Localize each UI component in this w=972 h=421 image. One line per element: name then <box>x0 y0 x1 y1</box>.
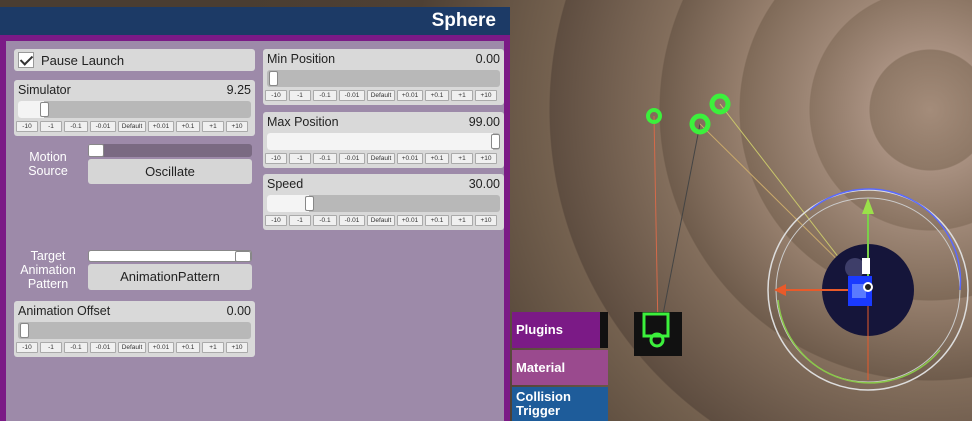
max-position-step-button[interactable]: +0.1 <box>425 153 449 164</box>
simulator-label: Simulator <box>18 83 71 97</box>
max-position-fill <box>267 133 493 150</box>
pause-launch-label: Pause Launch <box>41 53 125 68</box>
motion-source-button[interactable]: Oscillate <box>88 159 252 184</box>
speed-step-button[interactable]: -0.01 <box>339 215 365 226</box>
min-position-step-button[interactable]: -0.1 <box>313 90 337 101</box>
simulator-step-buttons: -10 -1 -0.1 -0.01 Default +0.01 +0.1 +1 +10 <box>16 121 248 132</box>
max-position-slider: Max Position 99.00 -10 -1 -0.1 -0.01 Default… <box>263 112 504 168</box>
animation-offset-step-button[interactable]: +1 <box>202 342 224 353</box>
max-position-step-button[interactable]: +1 <box>451 153 473 164</box>
max-position-step-button[interactable]: Default <box>367 153 395 164</box>
max-position-handle[interactable] <box>491 134 500 149</box>
gear-icon-2 <box>689 93 731 135</box>
simulator-track[interactable] <box>18 101 251 118</box>
simulator-step-button[interactable]: Default <box>118 121 146 132</box>
min-position-step-button[interactable]: +10 <box>475 90 497 101</box>
speed-label: Speed <box>267 177 304 191</box>
simulator-step-button[interactable]: +1 <box>202 121 224 132</box>
speed-step-button[interactable]: Default <box>367 215 395 226</box>
speed-fill <box>267 195 309 212</box>
tab-collision-trigger[interactable]: Collision Trigger <box>512 387 608 421</box>
animation-offset-step-button[interactable]: +10 <box>226 342 248 353</box>
simulator-handle[interactable] <box>40 102 49 117</box>
animation-offset-step-button[interactable]: +0.1 <box>176 342 200 353</box>
animation-offset-step-button[interactable]: -1 <box>40 342 62 353</box>
simulator-value: 9.25 <box>226 83 251 97</box>
tab-collision-trigger-label: Collision Trigger <box>516 389 571 418</box>
speed-step-button[interactable]: -0.1 <box>313 215 337 226</box>
animation-offset-step-button[interactable]: +0.01 <box>148 342 174 353</box>
max-position-track[interactable] <box>267 133 500 150</box>
target-animation-handle[interactable] <box>235 251 251 261</box>
min-position-step-button[interactable]: +1 <box>451 90 473 101</box>
min-position-track[interactable] <box>267 70 500 87</box>
motion-source-slider[interactable] <box>88 144 252 157</box>
speed-value: 30.00 <box>468 177 500 191</box>
check-icon <box>19 52 34 66</box>
max-position-step-button[interactable]: -1 <box>289 153 311 164</box>
animation-offset-step-button[interactable]: -0.1 <box>64 342 88 353</box>
speed-slider: Speed 30.00 -10 -1 -0.1 -0.01 Default +0.01 +0… <box>263 174 504 230</box>
simulator-step-button[interactable]: +0.1 <box>176 121 200 132</box>
max-position-step-button[interactable]: -10 <box>265 153 287 164</box>
target-animation-button[interactable]: AnimationPattern <box>88 264 252 290</box>
max-position-step-button[interactable]: -0.1 <box>313 153 337 164</box>
speed-handle[interactable] <box>305 196 314 211</box>
target-animation-slider[interactable] <box>88 250 252 262</box>
panel-title: Sphere <box>0 7 510 35</box>
speed-step-button[interactable]: +0.1 <box>425 215 449 226</box>
max-position-label: Max Position <box>267 115 339 129</box>
animation-offset-label: Animation Offset <box>18 304 111 318</box>
animation-offset-value: 0.00 <box>226 304 251 318</box>
max-position-step-button[interactable]: +10 <box>475 153 497 164</box>
tab-material[interactable]: Material <box>512 350 608 385</box>
animation-offset-track[interactable] <box>18 322 251 339</box>
speed-step-button[interactable]: +1 <box>451 215 473 226</box>
max-position-step-button[interactable]: +0.01 <box>397 153 423 164</box>
speed-step-button[interactable]: -1 <box>289 215 311 226</box>
simulator-step-button[interactable]: -0.01 <box>90 121 116 132</box>
simulator-step-button[interactable]: -10 <box>16 121 38 132</box>
min-position-value: 0.00 <box>475 52 500 66</box>
tab-plugins-label: Plugins <box>516 322 563 337</box>
min-position-label: Min Position <box>267 52 336 66</box>
min-position-step-buttons: -10 -1 -0.1 -0.01 Default +0.01 +0.1 +1 +10 <box>265 90 497 101</box>
animation-offset-handle[interactable] <box>20 323 29 338</box>
animation-offset-slider: Animation Offset 0.00 -10 -1 -0.1 -0.01 Defa… <box>14 301 255 357</box>
motion-source-label: Motion Source <box>28 150 68 178</box>
pause-launch-toggle[interactable]: Pause Launch <box>14 49 255 71</box>
max-position-step-button[interactable]: -0.01 <box>339 153 365 164</box>
min-position-step-button[interactable]: -1 <box>289 90 311 101</box>
max-position-step-buttons: -10 -1 -0.1 -0.01 Default +0.01 +0.1 +1 +10 <box>265 153 497 164</box>
tab-material-label: Material <box>516 360 566 375</box>
min-position-handle[interactable] <box>269 71 278 86</box>
animation-offset-step-button[interactable]: -0.01 <box>90 342 116 353</box>
simulator-slider: Simulator 9.25 -10 -1 -0.1 -0.01 Default +0.0… <box>14 80 255 136</box>
min-position-slider: Min Position 0.00 -10 -1 -0.1 -0.01 Default +… <box>263 49 504 105</box>
animation-offset-step-button[interactable]: -10 <box>16 342 38 353</box>
tab-plugins[interactable]: Plugins <box>512 312 608 348</box>
speed-step-button[interactable]: +10 <box>475 215 497 226</box>
speed-step-button[interactable]: -10 <box>265 215 287 226</box>
simulator-step-button[interactable]: -0.1 <box>64 121 88 132</box>
simulator-step-button[interactable]: -1 <box>40 121 62 132</box>
max-position-value: 99.00 <box>468 115 500 129</box>
min-position-step-button[interactable]: -10 <box>265 90 287 101</box>
motion-source-handle[interactable] <box>88 144 104 157</box>
speed-track[interactable] <box>267 195 500 212</box>
min-position-step-button[interactable]: +0.1 <box>425 90 449 101</box>
min-position-step-button[interactable]: Default <box>367 90 395 101</box>
min-position-step-button[interactable]: +0.01 <box>397 90 423 101</box>
speed-step-button[interactable]: +0.01 <box>397 215 423 226</box>
tab-divider <box>600 312 608 348</box>
target-animation-label: Target Animation Pattern <box>20 249 76 291</box>
min-position-step-button[interactable]: -0.01 <box>339 90 365 101</box>
simulator-step-button[interactable]: +10 <box>226 121 248 132</box>
animation-offset-step-buttons: -10 -1 -0.1 -0.01 Default +0.01 +0.1 +1 +10 <box>16 342 248 353</box>
animation-offset-step-button[interactable]: Default <box>118 342 146 353</box>
pause-launch-checkbox[interactable] <box>18 52 34 68</box>
simulator-step-button[interactable]: +0.01 <box>148 121 174 132</box>
speed-step-buttons: -10 -1 -0.1 -0.01 Default +0.01 +0.1 +1 +10 <box>265 215 497 226</box>
